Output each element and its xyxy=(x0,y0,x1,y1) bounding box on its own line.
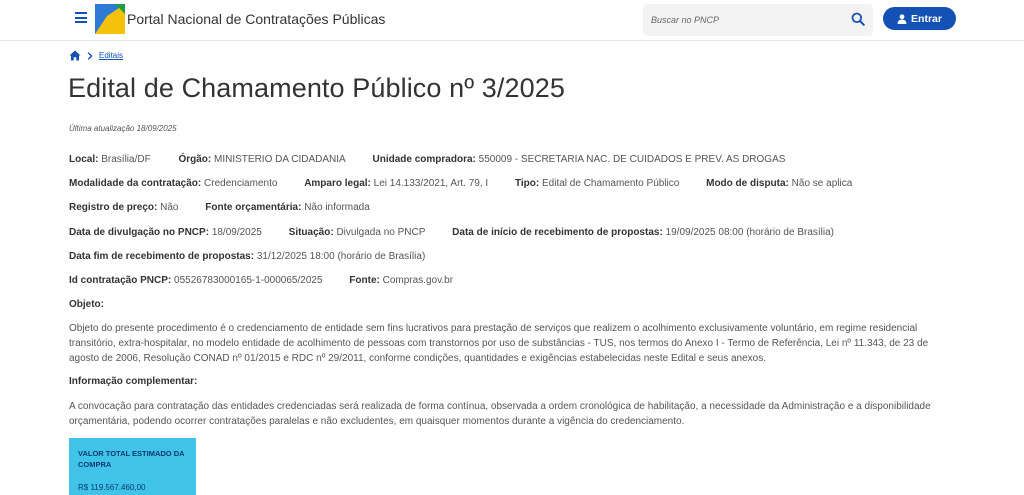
details-row-5: Data fim de recebimento de propostas: 31… xyxy=(69,251,425,262)
objeto-label: Objeto: xyxy=(69,299,104,310)
field-fonte-orcamentaria: Fonte orçamentária: Não informada xyxy=(205,202,370,213)
search-icon[interactable] xyxy=(851,12,865,26)
field-situacao: Situação: Divulgada no PNCP xyxy=(288,227,426,238)
field-orgao: Órgão: MINISTERIO DA CIDADANIA xyxy=(178,154,346,165)
field-registro-preco: Registro de preço: Não xyxy=(69,202,179,213)
details-row-2: Modalidade da contratação: Credenciament… xyxy=(69,178,852,189)
objeto-text: Objeto do presente procedimento é o cred… xyxy=(69,323,929,364)
field-id-contratacao: Id contratação PNCP: 05526783000165-1-00… xyxy=(69,275,323,286)
page-title: Edital de Chamamento Público nº 3/2025 xyxy=(68,73,565,103)
search-box xyxy=(643,4,873,36)
field-fonte: Fonte: Compras.gov.br xyxy=(349,275,454,286)
login-label: Entrar xyxy=(911,12,942,25)
hamburger-menu-icon[interactable] xyxy=(75,12,87,24)
breadcrumb: Editais xyxy=(69,50,123,61)
details-row-3: Registro de preço: Não Fonte orçamentári… xyxy=(69,202,370,213)
field-data-fim: Data fim de recebimento de propostas: 31… xyxy=(69,251,426,262)
portal-title[interactable]: Portal Nacional de Contratações Públicas xyxy=(127,11,385,27)
user-icon xyxy=(897,13,907,24)
gov-logo-icon[interactable] xyxy=(95,4,125,34)
login-button[interactable]: Entrar xyxy=(883,7,956,30)
search-input[interactable] xyxy=(651,11,841,29)
valor-total-card: VALOR TOTAL ESTIMADO DA COMPRA R$ 119.56… xyxy=(69,438,196,495)
last-update: Última atualização 18/09/2025 xyxy=(69,124,177,133)
field-data-divulgacao: Data de divulgação no PNCP: 18/09/2025 xyxy=(69,227,262,238)
field-modo-disputa: Modo de disputa: Não se aplica xyxy=(706,178,853,189)
details-row-1: Local: Brasília/DF Órgão: MINISTERIO DA … xyxy=(69,154,785,165)
field-tipo: Tipo: Edital de Chamamento Público xyxy=(514,178,680,189)
details-row-4: Data de divulgação no PNCP: 18/09/2025 S… xyxy=(69,227,834,238)
field-modalidade: Modalidade da contratação: Credenciament… xyxy=(69,178,278,189)
valor-total-amount: R$ 119.567.460,00 xyxy=(78,483,146,492)
valor-total-label: VALOR TOTAL ESTIMADO DA COMPRA xyxy=(78,449,185,469)
details-row-6: Id contratação PNCP: 05526783000165-1-00… xyxy=(69,275,453,286)
breadcrumb-link-editais[interactable]: Editais xyxy=(99,51,123,60)
info-complementar-text: A convocação para contratação das entida… xyxy=(69,401,931,427)
chevron-right-icon xyxy=(87,51,93,60)
field-data-inicio: Data de início de recebimento de propost… xyxy=(452,227,835,238)
field-amparo: Amparo legal: Lei 14.133/2021, Art. 79, … xyxy=(304,178,489,189)
info-complementar-label: Informação complementar: xyxy=(69,376,198,387)
home-icon[interactable] xyxy=(69,50,81,61)
top-header: Portal Nacional de Contratações Públicas… xyxy=(0,0,1024,41)
field-local: Local: Brasília/DF xyxy=(69,154,151,165)
field-unidade: Unidade compradora: 550009 - SECRETARIA … xyxy=(372,154,786,165)
